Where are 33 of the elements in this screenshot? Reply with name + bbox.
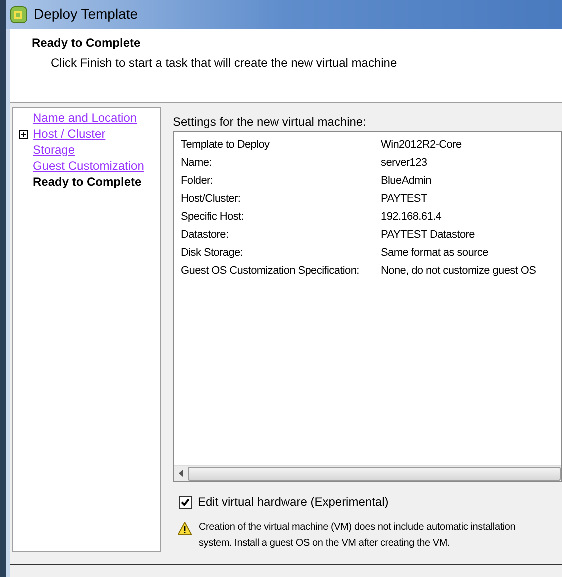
app-icon [10,6,28,24]
expand-icon[interactable] [18,130,28,138]
setting-name: Folder: [181,174,214,189]
setting-value: server123 [381,156,428,171]
step-link[interactable]: Name and Location [33,109,138,127]
setting-value: None, do not customize guest OS [381,264,536,279]
settings-label: Settings for the new virtual machine: [173,114,368,131]
step-link[interactable]: Guest Customization [33,157,144,175]
setting-name: Name: [181,156,213,171]
page-title: Ready to Complete [32,35,142,52]
setting-name: Datastore: [181,228,230,243]
setting-name: Specific Host: [181,210,246,225]
setting-value: PAYTEST [381,192,428,207]
step-link[interactable]: Host / Cluster [33,125,106,143]
setting-name: Host/Cluster: [181,192,242,207]
checkbox-label: Edit virtual hardware (Experimental) [198,494,389,511]
setting-value: BlueAdmin [381,174,432,189]
horizontal-scrollbar[interactable] [174,465,561,481]
setting-value: Win2012R2-Core [381,138,462,153]
setting-value: PAYTEST Datastore [381,228,475,243]
checkbox[interactable] [179,496,192,508]
setting-value: 192.168.61.4 [381,210,442,225]
page-subtitle: Click Finish to start a task that will create the new virtual machine [50,55,398,72]
setting-name: Guest OS Customization Specification: [181,264,360,279]
setting-name: Disk Storage: [181,246,244,261]
current-step: Ready to Complete [33,173,142,191]
warning-text: system. Install a guest OS on the VM after creating the VM. [199,537,452,551]
setting-value: Same format as source [381,246,488,261]
warning-text: Creation of the virtual machine (VM) does not include automatic installation [199,521,516,535]
window-title: Deploy Template [34,5,138,24]
setting-name: Template to Deploy [181,138,271,153]
warning-icon [178,522,192,535]
step-link[interactable]: Storage [33,141,76,159]
